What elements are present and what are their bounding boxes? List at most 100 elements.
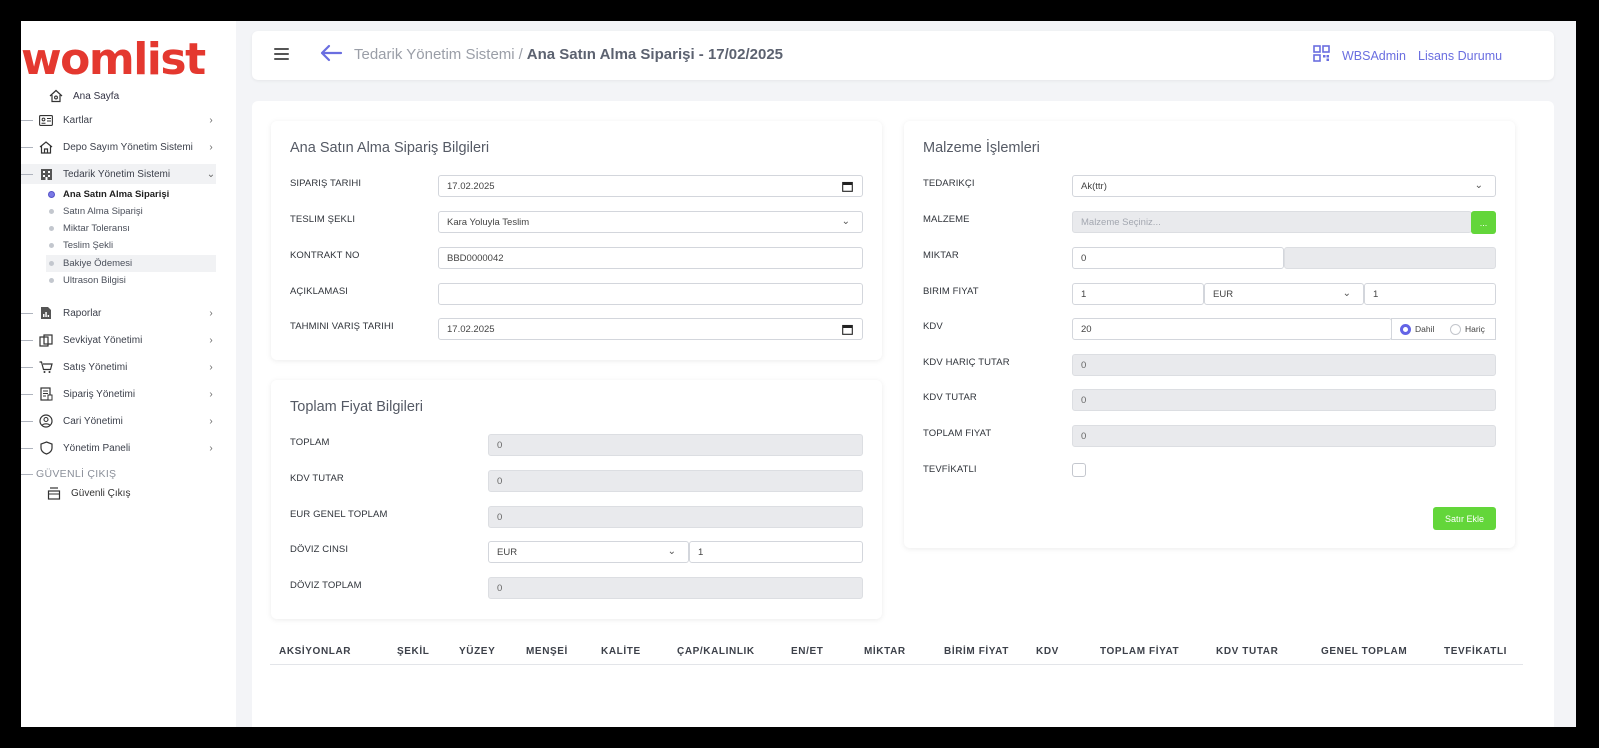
sidebar-item-label: Depo Sayım Yönetim Sistemi (63, 141, 193, 153)
column-header[interactable]: EN/ET (791, 646, 823, 657)
arrival-date-label: TAHMINI VARIŞ TARIHI (290, 321, 394, 332)
currency-rate-input[interactable]: 1 (689, 541, 863, 563)
sidebar-item-satis[interactable]: Satış Yönetimi › (21, 357, 216, 377)
quantity-input[interactable]: 0 (1072, 247, 1284, 269)
chevron-right-icon: › (209, 141, 213, 153)
breadcrumb-root[interactable]: Tedarik Yönetim Sistemi (354, 46, 515, 63)
order-date-input[interactable]: 17.02.2025 (438, 175, 863, 197)
material-input[interactable]: Malzeme Seçiniz... (1072, 211, 1472, 233)
user-circle-icon (38, 413, 54, 429)
vat-included-radio[interactable]: Dahil (1391, 318, 1443, 340)
sidebar-item-depo[interactable]: Depo Sayım Yönetim Sistemi › (21, 137, 216, 157)
price-info-card: Toplam Fiyat Bilgileri TOPLAM 0 KDV TUTA… (271, 380, 882, 619)
eur-grand-total-field: 0 (488, 506, 863, 528)
sidebar-subitem-miktar-toleransi[interactable]: Miktar Toleransı (46, 220, 216, 237)
qr-code-icon[interactable] (1313, 45, 1330, 62)
total-price-field: 0 (1072, 425, 1496, 447)
sidebar-item-tedarik[interactable]: Tedarik Yönetim Sistemi ⌄ (21, 164, 216, 184)
vat-amount-field: 0 (488, 470, 863, 492)
column-header[interactable]: BİRİM FİYAT (944, 646, 1009, 657)
tevfikatli-checkbox[interactable] (1072, 463, 1086, 477)
sidebar-subitem-satin-alma[interactable]: Satın Alma Siparişi (46, 203, 216, 220)
sidebar: womlist Ana Sayfa Kartlar › Depo Sayım Y… (21, 21, 236, 727)
shield-icon (38, 440, 54, 456)
currency-type-select[interactable]: EUR ⌄ (488, 541, 689, 563)
user-link[interactable]: WBSAdmin (1342, 49, 1406, 63)
arrival-date-input[interactable]: 17.02.2025 (438, 318, 863, 340)
app-logo[interactable]: womlist (21, 35, 206, 85)
vat-excluded-radio[interactable]: Hariç (1442, 318, 1496, 340)
sidebar-item-kartlar[interactable]: Kartlar › (21, 110, 216, 130)
license-status-link[interactable]: Lisans Durumu (1418, 49, 1502, 63)
unit-price-input[interactable]: 1 (1072, 283, 1204, 305)
calendar-icon[interactable] (842, 181, 853, 192)
unit-currency-select[interactable]: EUR ⌄ (1204, 283, 1364, 305)
column-header[interactable]: ÇAP/KALINLIK (677, 646, 755, 657)
column-header[interactable]: AKSİYONLAR (279, 646, 351, 657)
column-header[interactable]: ŞEKİL (397, 646, 429, 657)
vat-amount-label: KDV TUTAR (290, 473, 344, 484)
warehouse-icon (38, 139, 54, 155)
bullet-icon (49, 226, 54, 231)
order-icon (38, 386, 54, 402)
bullet-icon (49, 278, 54, 283)
column-header[interactable]: TEVFİKATLI (1444, 646, 1507, 657)
section-label-logout: GÜVENLİ ÇIKIŞ (21, 468, 116, 480)
sidebar-subitem-bakiye-odemesi[interactable]: Bakiye Ödemesi (46, 255, 216, 272)
column-header[interactable]: KALİTE (601, 646, 641, 657)
sidebar-item-raporlar[interactable]: Raporlar › (21, 303, 216, 323)
sidebar-subitem-teslim-sekli[interactable]: Teslim Şekli (46, 237, 216, 254)
breadcrumb: Tedarik Yönetim Sistemi / Ana Satın Alma S… (354, 46, 784, 63)
currency-type-label: DÖVIZ CINSI (290, 544, 349, 555)
column-header[interactable]: GENEL TOPLAM (1321, 646, 1407, 657)
vat-rate-input[interactable]: 20 (1072, 318, 1392, 340)
chevron-down-icon: ⌄ (667, 546, 676, 557)
chevron-right-icon: › (209, 442, 213, 454)
id-card-icon (38, 112, 54, 128)
cart-icon (38, 359, 54, 375)
sidebar-subitem-ultrason[interactable]: Ultrason Bilgisi (46, 272, 216, 289)
column-header[interactable]: TOPLAM FİYAT (1100, 646, 1179, 657)
chevron-right-icon: › (209, 334, 213, 346)
material-select-button[interactable]: ... (1471, 211, 1496, 234)
bullet-icon (49, 209, 54, 214)
sidebar-item-label: Kartlar (63, 114, 93, 126)
unit-currency-rate-input[interactable]: 1 (1364, 283, 1496, 305)
sidebar-item-sevkiyat[interactable]: Sevkiyat Yönetimi › (21, 330, 216, 350)
vat-label: KDV (923, 321, 943, 332)
sidebar-item-yonetim[interactable]: Yönetim Paneli › (21, 438, 216, 458)
building-icon (38, 166, 54, 182)
logout-link[interactable]: Güvenli Çıkış (47, 484, 130, 502)
sidebar-item-home[interactable]: Ana Sayfa (49, 87, 119, 105)
sidebar-item-siparis[interactable]: Sipariş Yönetimi › (21, 384, 216, 404)
top-header: Tedarik Yönetim Sistemi / Ana Satın Alma S… (252, 31, 1554, 80)
column-header[interactable]: YÜZEY (459, 646, 495, 657)
calendar-icon[interactable] (842, 324, 853, 335)
card-title: Toplam Fiyat Bilgileri (290, 399, 423, 415)
delivery-type-select[interactable]: Kara Yoluyla Teslim ⌄ (438, 211, 863, 233)
bullet-icon (49, 261, 54, 266)
chevron-right-icon: › (209, 114, 213, 126)
column-header[interactable]: KDV (1036, 646, 1059, 657)
column-header[interactable]: KDV TUTAR (1216, 646, 1278, 657)
vat-amount-label: KDV TUTAR (923, 392, 977, 403)
bullet-icon (49, 243, 54, 248)
logout-icon (47, 486, 61, 500)
items-table-header: AKSİYONLAR ŞEKİL YÜZEY MENŞEİ KALİTE ÇAP… (270, 641, 1523, 665)
sidebar-subitem-ana-satin-alma[interactable]: Ana Satın Alma Siparişi (46, 186, 216, 203)
contract-no-input[interactable]: BBD0000042 (438, 247, 863, 269)
shipment-icon (38, 332, 54, 348)
quantity-unit-field (1284, 247, 1496, 269)
chevron-down-icon: ⌄ (206, 168, 216, 180)
active-dot-icon (48, 191, 55, 198)
menu-icon[interactable] (274, 48, 289, 60)
delivery-type-label: TESLIM ŞEKLI (290, 214, 356, 225)
add-row-button[interactable]: Satır Ekle (1433, 507, 1496, 530)
sidebar-item-cari[interactable]: Cari Yönetimi › (21, 411, 216, 431)
supplier-select[interactable]: Ak(ttr) ⌄ (1072, 175, 1496, 197)
back-arrow-icon[interactable] (319, 43, 343, 63)
column-header[interactable]: MİKTAR (864, 646, 906, 657)
description-input[interactable] (438, 283, 863, 305)
home-icon (49, 89, 63, 103)
column-header[interactable]: MENŞEİ (526, 646, 568, 657)
